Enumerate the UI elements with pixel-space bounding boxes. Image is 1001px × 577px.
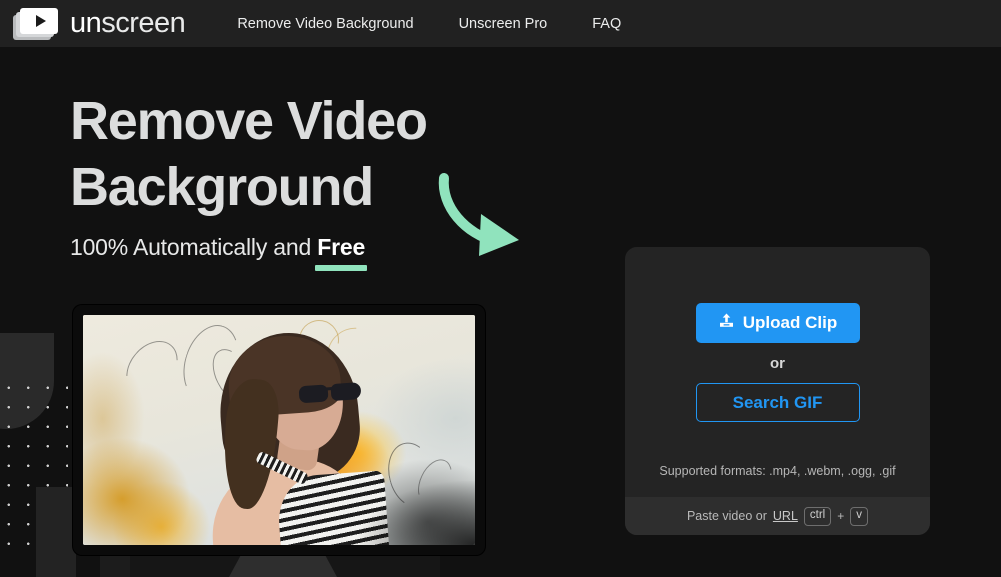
video-play-logo-icon (13, 7, 60, 41)
top-navigation-bar: unscreen Remove Video Background Unscree… (0, 0, 1001, 47)
hero-subtitle: 100% Automatically and Free (70, 234, 427, 271)
hero-subtitle-highlight: Free (315, 234, 367, 271)
hero-subtitle-text: 100% Automatically and (70, 234, 318, 260)
hero-section: Remove Video Background 100% Automatical… (70, 88, 428, 271)
search-gif-button[interactable]: Search GIF (695, 383, 860, 422)
video-preview-screen (83, 315, 475, 545)
page-title: Remove Video Background (70, 88, 428, 220)
brand-name-prefix: un (70, 7, 102, 39)
paste-video-label: Paste video or (686, 509, 767, 523)
page-title-line-1: Remove Video (70, 91, 428, 151)
play-triangle-icon (35, 14, 46, 27)
monitor-stand (229, 553, 337, 577)
upload-clip-button[interactable]: Upload Clip (695, 303, 860, 343)
preview-dark-vignette (357, 480, 475, 545)
nav-link-unscreen-pro[interactable]: Unscreen Pro (459, 10, 548, 38)
logo-frame-front (20, 7, 58, 34)
video-preview-monitor (73, 305, 485, 555)
nav-link-remove-video-background[interactable]: Remove Video Background (237, 10, 413, 38)
upload-panel: Upload Clip or Search GIF Supported form… (625, 247, 930, 535)
unscreen-landing-page: unscreen Remove Video Background Unscree… (0, 0, 1001, 577)
sunglass-lens-left (298, 384, 329, 404)
supported-formats-text: Supported formats: .mp4, .webm, .ogg, .g… (659, 464, 896, 478)
upload-clip-button-label: Upload Clip (742, 313, 838, 332)
sunglass-lens-right (330, 382, 362, 402)
brand-name: unscreen (70, 7, 186, 40)
url-link[interactable]: URL (773, 509, 798, 523)
brand-logo[interactable]: unscreen (13, 7, 186, 41)
upload-panel-body: Upload Clip or Search GIF Supported form… (625, 247, 930, 497)
key-v: v (850, 506, 869, 526)
curved-arrow-icon (435, 172, 540, 262)
upload-icon (718, 312, 735, 334)
key-ctrl: ctrl (803, 506, 832, 526)
page-title-line-2: Background (70, 157, 374, 217)
key-plus-separator: + (837, 509, 845, 523)
nav-links: Remove Video Background Unscreen Pro FAQ (237, 10, 621, 38)
brand-name-suffix: screen (101, 7, 186, 39)
nav-link-faq[interactable]: FAQ (592, 10, 621, 38)
decorative-block-left (36, 487, 76, 577)
paste-url-footer: Paste video or URL ctrl + v (625, 497, 930, 535)
or-separator-label: or (770, 355, 785, 372)
